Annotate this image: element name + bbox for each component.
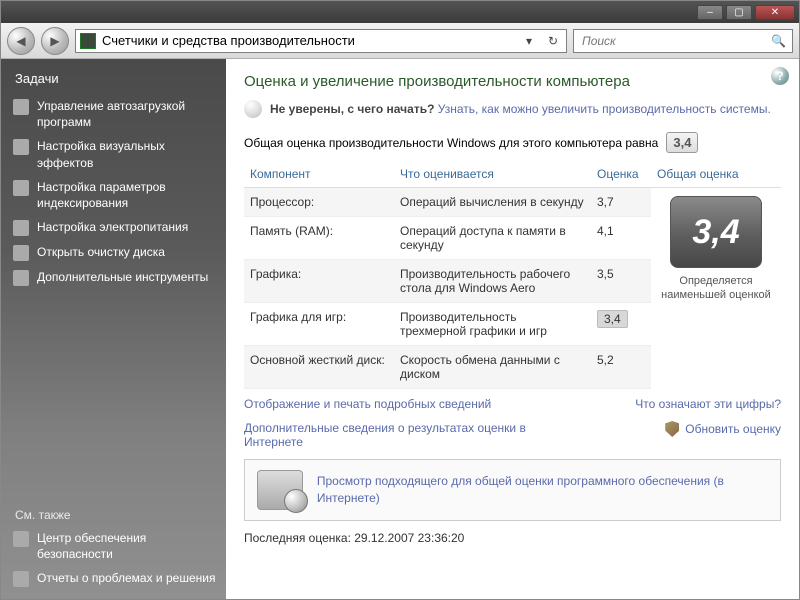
search-input[interactable] xyxy=(580,33,771,49)
sidebar-item-label: Управление автозагрузкой программ xyxy=(37,98,216,130)
visual-effects-icon xyxy=(13,139,29,155)
shield-icon xyxy=(665,421,679,437)
col-component: Компонент xyxy=(244,161,394,188)
cell-component: Основной жесткий диск: xyxy=(244,346,394,389)
last-update-text: Последняя оценка: 29.12.2007 23:36:20 xyxy=(244,531,781,545)
hint-link[interactable]: Узнать, как можно увеличить производител… xyxy=(438,102,771,116)
address-bar[interactable]: Счетчики и средства производительности ▾… xyxy=(75,29,567,53)
promo-link[interactable]: Просмотр подходящего для общей оценки пр… xyxy=(317,473,768,507)
sidebar-item-indexing[interactable]: Настройка параметров индексирования xyxy=(1,175,226,215)
cell-subscore: 3,4 xyxy=(591,303,651,346)
cell-desc: Операций доступа к памяти в секунду xyxy=(394,217,591,260)
cell-component: Графика: xyxy=(244,260,394,303)
sidebar-item-advanced-tools[interactable]: Дополнительные инструменты xyxy=(1,265,226,290)
promo-box[interactable]: Просмотр подходящего для общей оценки пр… xyxy=(244,459,781,521)
titlebar: – ▢ ✕ xyxy=(1,1,799,23)
overall-score-badge: 3,4 xyxy=(670,196,762,268)
baseline-row: Общая оценка производительности Windows … xyxy=(244,132,781,153)
sidebar-see-also-header: См. также xyxy=(1,500,226,526)
search-box[interactable]: 🔍 xyxy=(573,29,793,53)
refresh-score-link[interactable]: Обновить оценку xyxy=(665,421,781,437)
cell-desc: Операций вычисления в секунду xyxy=(394,188,591,217)
cell-desc: Скорость обмена данными с диском xyxy=(394,346,591,389)
content: ? Оценка и увеличение производительности… xyxy=(226,59,799,599)
cell-component: Процессор: xyxy=(244,188,394,217)
close-button[interactable]: ✕ xyxy=(755,5,795,20)
body: Задачи Управление автозагрузкой программ… xyxy=(1,59,799,599)
sidebar-item-label: Дополнительные инструменты xyxy=(37,269,208,285)
sidebar-item-label: Настройка визуальных эффектов xyxy=(37,138,216,170)
col-basescore: Общая оценка xyxy=(651,161,781,188)
sidebar-item-disk-cleanup[interactable]: Открыть очистку диска xyxy=(1,240,226,265)
power-icon xyxy=(13,220,29,236)
cell-desc: Производительность трехмерной графики и … xyxy=(394,303,591,346)
col-what: Что оценивается xyxy=(394,161,591,188)
back-button[interactable]: ◀ xyxy=(7,27,35,55)
baseline-text: Общая оценка производительности Windows … xyxy=(244,136,658,150)
sidebar-item-label: Настройка параметров индексирования xyxy=(37,179,216,211)
problem-reports-icon xyxy=(13,571,29,587)
cell-subscore: 4,1 xyxy=(591,217,651,260)
sidebar-item-label: Открыть очистку диска xyxy=(37,244,165,260)
baseline-score-badge: 3,4 xyxy=(666,132,698,153)
sidebar-item-problem-reports[interactable]: Отчеты о проблемах и решения xyxy=(1,566,226,591)
what-numbers-link[interactable]: Что означают эти цифры? xyxy=(635,397,781,411)
window: – ▢ ✕ ◀ ▶ Счетчики и средства производит… xyxy=(0,0,800,600)
cell-component: Графика для игр: xyxy=(244,303,394,346)
lightbulb-icon xyxy=(244,100,262,118)
sidebar-item-visual-effects[interactable]: Настройка визуальных эффектов xyxy=(1,134,226,174)
table-row: Процессор: Операций вычисления в секунду… xyxy=(244,188,781,217)
cell-subscore: 5,2 xyxy=(591,346,651,389)
sidebar-item-label: Центр обеспечения безопасности xyxy=(37,530,216,562)
overall-score-note: Определяется наименьшей оценкой xyxy=(657,274,775,303)
rating-table: Компонент Что оценивается Оценка Общая о… xyxy=(244,161,781,389)
overall-score-cell: 3,4 Определяется наименьшей оценкой xyxy=(651,188,781,389)
sidebar-item-label: Отчеты о проблемах и решения xyxy=(37,570,215,586)
sidebar-item-power[interactable]: Настройка электропитания xyxy=(1,215,226,240)
details-link[interactable]: Отображение и печать подробных сведений xyxy=(244,397,491,411)
sidebar-item-startup[interactable]: Управление автозагрузкой программ xyxy=(1,94,226,134)
sidebar-item-security-center[interactable]: Центр обеспечения безопасности xyxy=(1,526,226,566)
help-icon[interactable]: ? xyxy=(771,67,789,85)
minimize-button[interactable]: – xyxy=(697,5,723,20)
update-row: Дополнительные сведения о результатах оц… xyxy=(244,421,781,449)
indexing-icon xyxy=(13,180,29,196)
page-heading: Оценка и увеличение производительности к… xyxy=(244,73,781,90)
cell-subscore: 3,5 xyxy=(591,260,651,303)
details-row: Отображение и печать подробных сведений … xyxy=(244,397,781,411)
sidebar-tasks-header: Задачи xyxy=(1,67,226,94)
col-subscore: Оценка xyxy=(591,161,651,188)
forward-button[interactable]: ▶ xyxy=(41,27,69,55)
tools-icon xyxy=(13,270,29,286)
sidebar: Задачи Управление автозагрузкой программ… xyxy=(1,59,226,599)
sidebar-item-label: Настройка электропитания xyxy=(37,219,188,235)
refresh-score-text[interactable]: Обновить оценку xyxy=(685,422,781,436)
cell-component: Память (RAM): xyxy=(244,217,394,260)
hint-strong: Не уверены, с чего начать? xyxy=(270,102,434,116)
address-text: Счетчики и средства производительности xyxy=(102,33,514,48)
navbar: ◀ ▶ Счетчики и средства производительнос… xyxy=(1,23,799,59)
disk-cleanup-icon xyxy=(13,245,29,261)
location-icon xyxy=(80,33,96,49)
security-center-icon xyxy=(13,531,29,547)
hint-row: Не уверены, с чего начать? Узнать, как м… xyxy=(244,100,781,118)
cell-subscore: 3,7 xyxy=(591,188,651,217)
online-results-link[interactable]: Дополнительные сведения о результатах оц… xyxy=(244,421,544,449)
refresh-icon[interactable]: ↻ xyxy=(544,32,562,50)
software-box-icon xyxy=(257,470,303,510)
startup-icon xyxy=(13,99,29,115)
address-dropdown-icon[interactable]: ▾ xyxy=(520,32,538,50)
search-icon: 🔍 xyxy=(771,34,786,48)
maximize-button[interactable]: ▢ xyxy=(726,5,752,20)
cell-desc: Производительность рабочего стола для Wi… xyxy=(394,260,591,303)
